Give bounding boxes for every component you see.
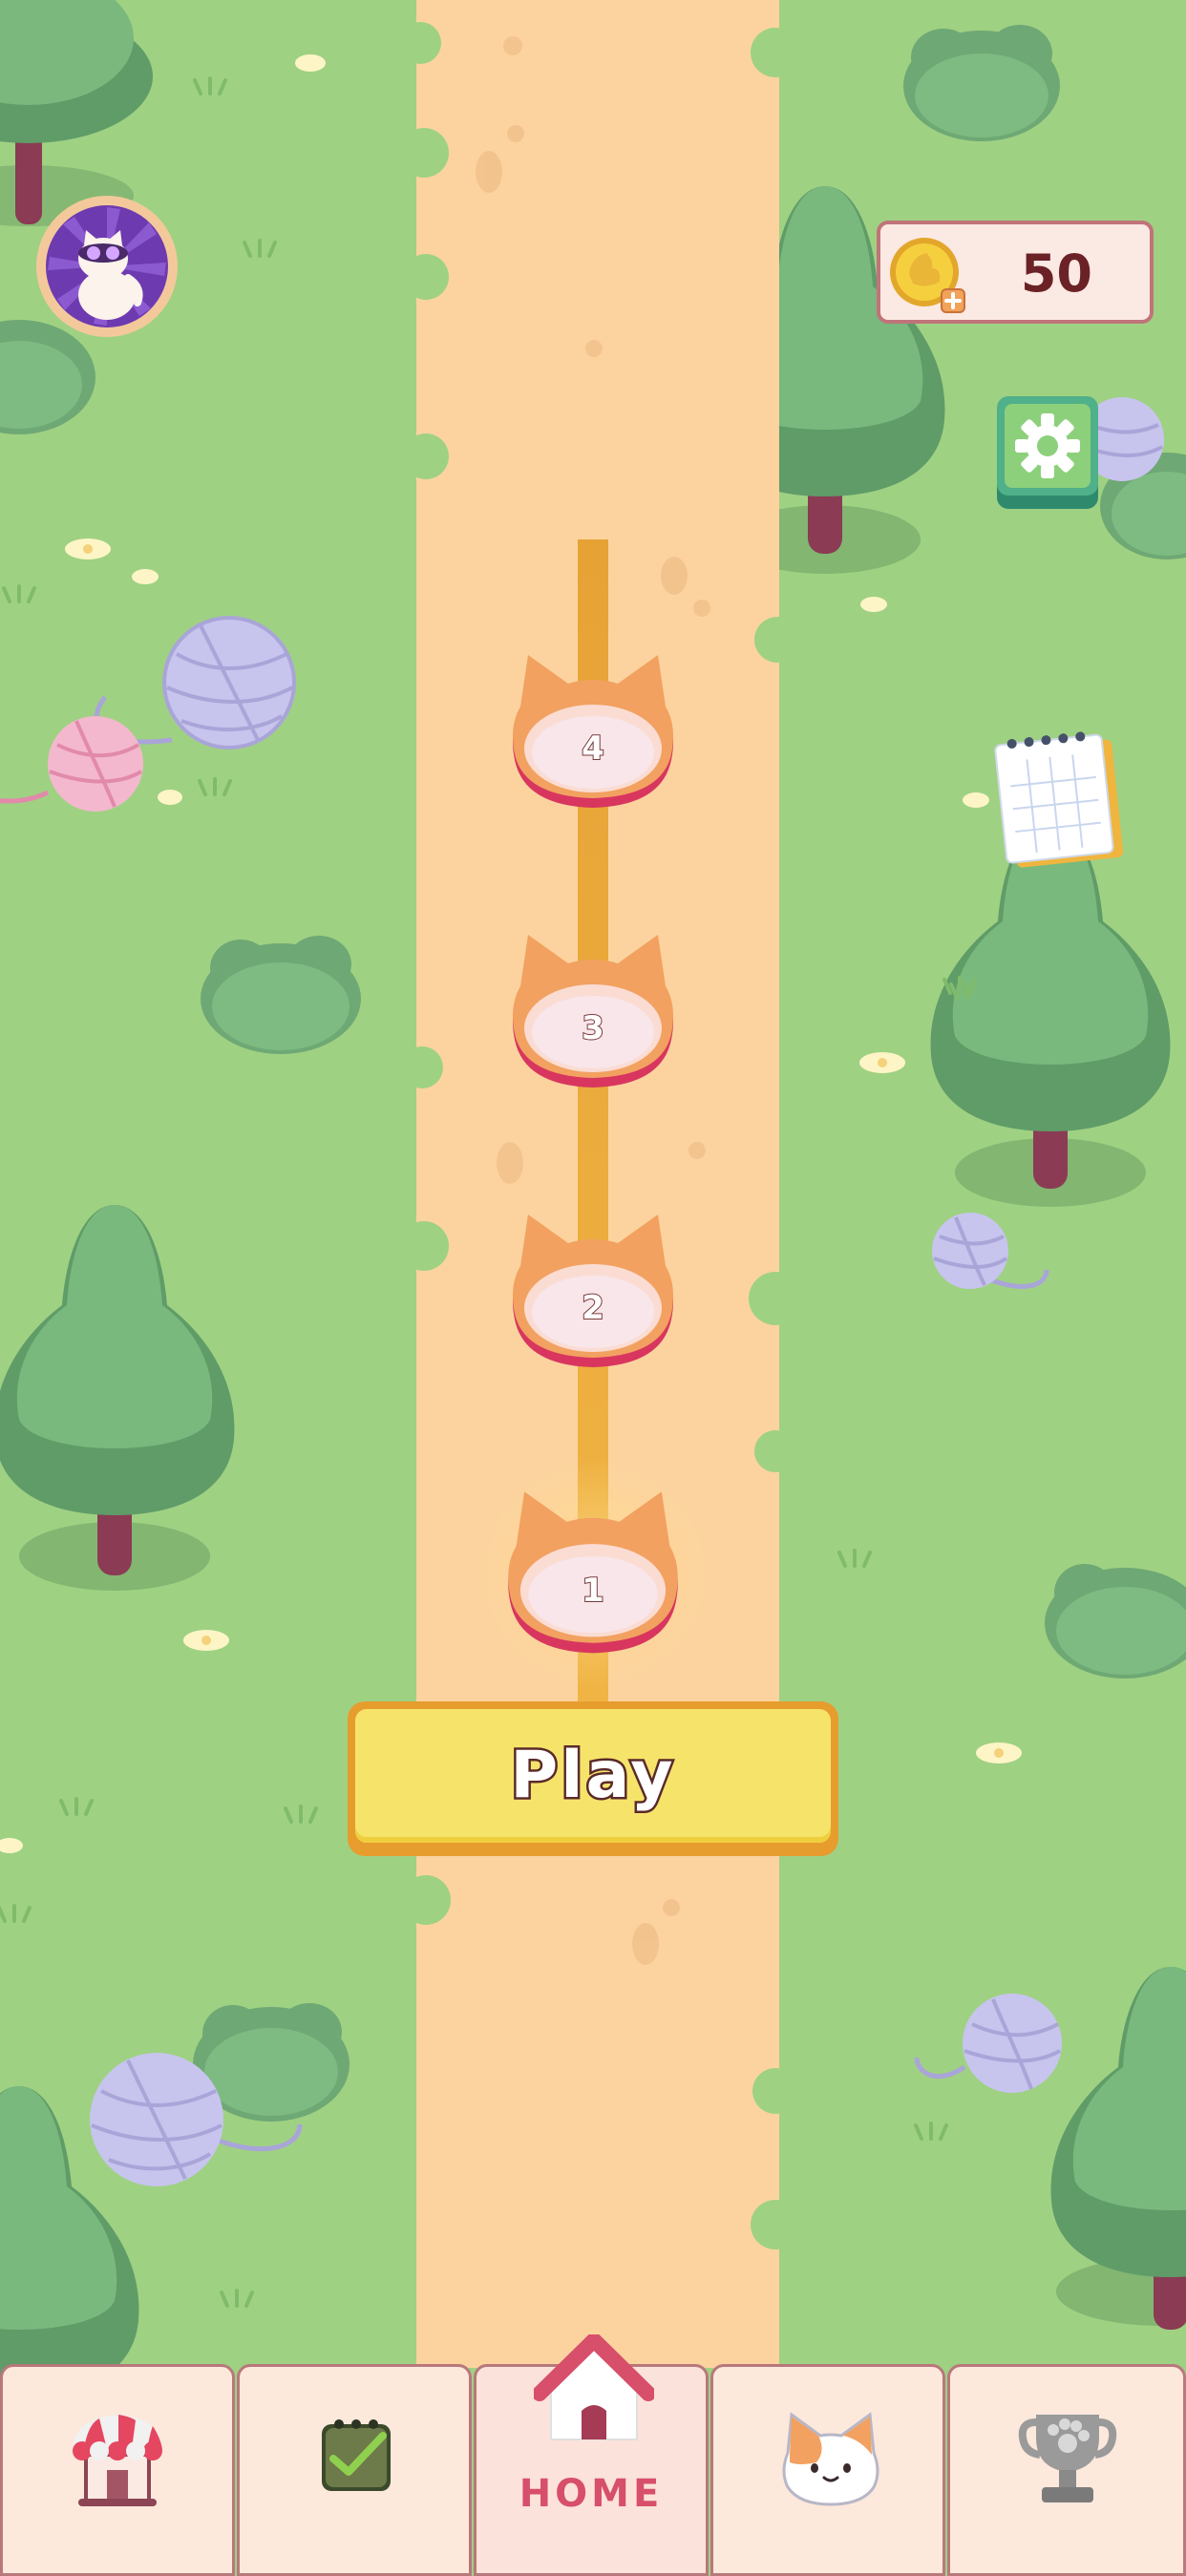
tasks-icon [322,2419,391,2491]
tab-trophy[interactable] [947,2364,1186,2576]
level-number: 4 [581,728,605,769]
notepad-button[interactable] [993,728,1127,871]
level-number: 1 [581,1571,605,1611]
tab-cat-collection[interactable] [710,2364,945,2576]
gear-icon [997,396,1098,509]
level-node-4[interactable]: 4 [509,655,677,815]
game-map: 4 3 2 1 Play 50 HOME [0,0,1186,2576]
cat-collection-icon [782,2412,879,2506]
level-number: 2 [581,1288,605,1328]
home-icon [534,2334,654,2440]
coin-counter[interactable]: 50 [877,221,1154,324]
shop-icon [73,2415,162,2506]
level-node-2[interactable]: 2 [509,1214,677,1375]
profile-avatar-button[interactable] [36,196,178,337]
coin-count: 50 [1020,243,1092,304]
level-node-1[interactable]: 1 [504,1491,682,1661]
tab-tasks[interactable] [237,2364,472,2576]
cat-avatar-icon [36,196,178,337]
coin-plus-icon [890,238,965,313]
play-button-label: Play [508,1736,676,1816]
tab-shop[interactable] [0,2364,235,2576]
settings-button[interactable] [997,396,1098,509]
home-tab-label: HOME [519,2472,664,2516]
level-node-3[interactable]: 3 [509,935,677,1095]
notepad-icon [994,731,1124,868]
play-button[interactable]: Play [348,1701,838,1856]
level-number: 3 [581,1008,605,1048]
trophy-icon [1018,2415,1117,2502]
bottom-navigation: HOME [0,2334,1186,2576]
tab-home[interactable]: HOME [474,2334,709,2576]
